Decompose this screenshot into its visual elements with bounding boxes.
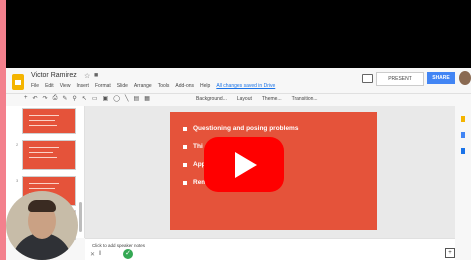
menu-insert[interactable]: Insert (76, 83, 89, 89)
menu-help[interactable]: Help (200, 83, 210, 89)
slide-thumbnail[interactable] (22, 140, 76, 170)
select-icon[interactable]: ↖ (82, 95, 87, 102)
slides-logo-icon[interactable] (12, 74, 24, 90)
paint-format-icon[interactable]: ✎ (62, 95, 67, 102)
slide-layout-icon[interactable]: ▦ (144, 95, 150, 102)
speaker-notes-placeholder[interactable]: Click to add speaker notes (92, 243, 145, 248)
webcam-hair (28, 200, 56, 212)
document-title[interactable]: Victor Ramirez (31, 72, 77, 79)
menu-arrange[interactable]: Arrange (134, 83, 152, 89)
image-icon[interactable]: ▣ (103, 95, 109, 102)
layout-button[interactable]: Layout (237, 96, 252, 102)
slide-number: 2 (16, 142, 19, 147)
undo-icon[interactable]: ↶ (33, 95, 38, 102)
theme-button[interactable]: Theme... (262, 96, 282, 102)
menu-file[interactable]: File (31, 83, 39, 89)
print-icon[interactable]: ⎙ (53, 95, 58, 102)
check-icon[interactable]: ✓ (123, 249, 133, 259)
expand-icon[interactable]: + (445, 248, 455, 258)
keep-icon[interactable] (461, 116, 465, 122)
toolbar: + ↶ ↷ ⎙ ✎ ⚲ ↖ ▭ ▣ ◯ ╲ ▤ ▦ Background... … (6, 93, 471, 107)
shape-icon[interactable]: ◯ (113, 95, 120, 102)
calendar-icon[interactable] (461, 148, 465, 154)
comment-add-icon[interactable]: ▤ (134, 95, 140, 102)
comments-icon[interactable] (362, 74, 373, 83)
slide-canvas: Questioning and posing problems Thi App … (85, 106, 455, 238)
account-avatar[interactable] (459, 71, 471, 85)
folder-icon[interactable]: ■ (94, 72, 98, 79)
presenter-webcam (6, 191, 78, 260)
text-box-icon[interactable]: ▭ (92, 95, 98, 102)
zoom-icon[interactable]: ⚲ (72, 95, 76, 102)
menu-format[interactable]: Format (95, 83, 111, 89)
new-slide-icon[interactable]: + (24, 95, 28, 102)
saved-status[interactable]: All changes saved in Drive (216, 83, 275, 89)
play-icon (235, 152, 257, 178)
share-button[interactable]: SHARE (427, 72, 455, 84)
menu-tools[interactable]: Tools (158, 83, 170, 89)
toolbar-slide-menu: Background... Layout Theme... Transition… (196, 96, 318, 102)
menu-edit[interactable]: Edit (45, 83, 54, 89)
side-panel (455, 106, 471, 238)
tasks-icon[interactable] (461, 132, 465, 138)
video-play-button[interactable] (204, 137, 284, 192)
star-icon[interactable]: ☆ (84, 72, 90, 80)
menu-bar: File Edit View Insert Format Slide Arran… (31, 83, 275, 89)
video-top-letterbox (6, 0, 471, 68)
present-button[interactable]: PRESENT (376, 72, 424, 86)
background-button[interactable]: Background... (196, 96, 227, 102)
pause-icon[interactable]: ‖ (99, 251, 101, 258)
close-icon[interactable]: ✕ (90, 251, 95, 258)
filmstrip-scrollbar[interactable] (79, 202, 82, 232)
menu-addons[interactable]: Add-ons (175, 83, 194, 89)
notes-toolbar: ✕ ‖ (90, 251, 102, 258)
toolbar-icons: + ↶ ↷ ⎙ ✎ ⚲ ↖ ▭ ▣ ◯ ╲ ▤ ▦ (24, 95, 150, 102)
redo-icon[interactable]: ↷ (43, 95, 48, 102)
transition-button[interactable]: Transition... (292, 96, 318, 102)
slide-number: 3 (16, 178, 19, 183)
slide-thumbnail[interactable] (22, 108, 76, 134)
menu-slide[interactable]: Slide (117, 83, 128, 89)
menu-view[interactable]: View (60, 83, 71, 89)
line-icon[interactable]: ╲ (125, 95, 129, 102)
speaker-notes[interactable]: Click to add speaker notes ✕ ‖ ✓ (85, 238, 455, 261)
